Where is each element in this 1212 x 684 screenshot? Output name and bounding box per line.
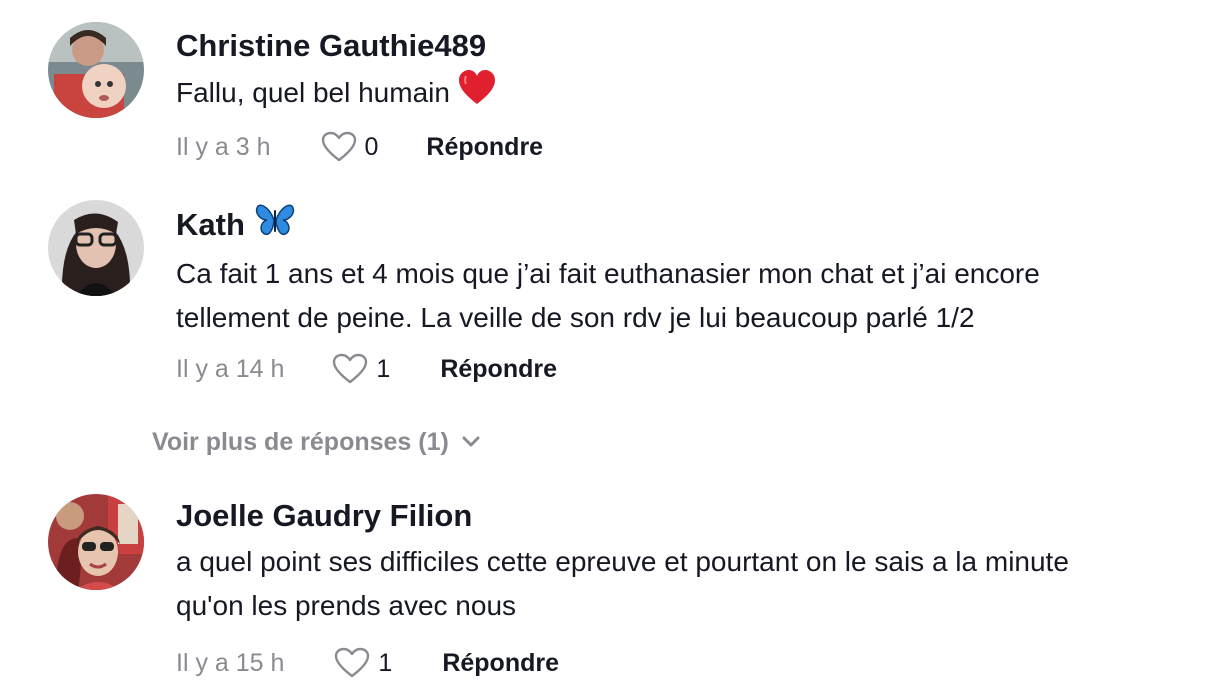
heart-outline-icon	[335, 647, 370, 678]
view-more-replies-label: Voir plus de réponses (1)	[152, 427, 449, 456]
avatar[interactable]	[48, 494, 144, 590]
avatar[interactable]	[48, 200, 144, 296]
reply-button[interactable]: Répondre	[442, 649, 559, 678]
avatar[interactable]	[48, 22, 144, 118]
username[interactable]: Kath	[176, 202, 1192, 248]
comment-time: Il y a 3 h	[176, 132, 271, 161]
reply-button[interactable]: Répondre	[440, 355, 557, 384]
like-count: 0	[364, 132, 379, 161]
comment-time: Il y a 15 h	[176, 648, 285, 677]
heart-outline-icon	[333, 353, 368, 384]
username[interactable]: Joelle Gaudry Filion	[176, 496, 1192, 536]
comment-text: Ca fait 1 ans et 4 mois que j’ai fait eu…	[176, 258, 1040, 333]
like-button[interactable]: 1	[334, 647, 392, 679]
username[interactable]: Christine Gauthie489	[176, 26, 1192, 66]
like-button[interactable]: 1	[332, 353, 390, 385]
view-more-replies-button[interactable]: Voir plus de réponses (1)	[152, 424, 481, 460]
like-count: 1	[376, 354, 391, 383]
heart-outline-icon	[321, 131, 356, 162]
red-heart-emoji	[458, 70, 496, 119]
comment-text: Fallu, quel bel humain	[176, 70, 1192, 119]
like-button[interactable]: 0	[321, 131, 379, 163]
reply-button[interactable]: Répondre	[426, 133, 543, 162]
comment-text: a quel point ses difficiles cette epreuv…	[176, 546, 1069, 621]
butterfly-emoji	[255, 202, 295, 248]
comment-time: Il y a 14 h	[176, 354, 285, 383]
like-count: 1	[378, 648, 393, 677]
chevron-down-icon	[462, 436, 480, 447]
